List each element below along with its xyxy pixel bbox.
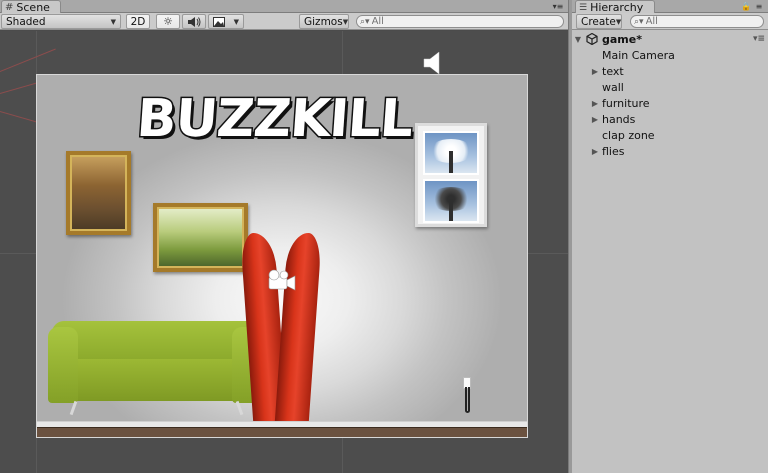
hierarchy-item-wall[interactable]: wall — [572, 79, 768, 95]
scene-search-field[interactable]: ⌕▾ — [356, 15, 564, 28]
hierarchy-item-main-camera[interactable]: Main Camera — [572, 47, 768, 63]
hierarchy-item-flies[interactable]: ▶ flies — [572, 143, 768, 159]
chevron-down-icon: ▼ — [615, 17, 622, 26]
image-icon — [213, 16, 225, 27]
chevron-down-icon: ▼ — [233, 17, 239, 26]
gizmos-dropdown[interactable]: Gizmos ▼ — [299, 14, 349, 29]
window-pane-bottom — [423, 179, 479, 223]
couch-arm-left — [48, 327, 78, 403]
unity-scene-icon — [586, 33, 598, 45]
hierarchy-item-label: wall — [602, 80, 624, 94]
create-label: Create — [581, 15, 616, 28]
sun-icon: ☼ — [163, 15, 173, 28]
hierarchy-tab-bar: ☰ Hierarchy 🔒 ≡ — [572, 0, 768, 14]
chevron-down-icon: ▼ — [342, 17, 349, 26]
hierarchy-search-input[interactable] — [643, 16, 763, 27]
hierarchy-item-label: text — [602, 64, 624, 78]
couch-leg — [235, 400, 244, 416]
tree-trunk — [449, 151, 453, 173]
mode-2d-label: 2D — [130, 15, 146, 28]
fold-right-icon[interactable]: ▶ — [590, 67, 600, 76]
list-icon: ☰ — [579, 2, 588, 13]
tab-hierarchy[interactable]: ☰ Hierarchy — [575, 0, 655, 14]
hierarchy-search-field[interactable]: ⌕▾ — [630, 15, 764, 28]
mode-2d-toggle[interactable]: 2D — [126, 14, 150, 29]
hierarchy-item-label: flies — [602, 144, 625, 158]
search-icon: ⌕▾ — [634, 16, 644, 27]
painting-street[interactable] — [66, 151, 131, 235]
scene-search-input[interactable] — [369, 16, 563, 27]
shading-mode-label: Shaded — [6, 15, 46, 28]
grid-icon: # — [5, 2, 14, 13]
search-icon: ⌕▾ — [360, 16, 370, 27]
effects-dropdown[interactable]: ▼ — [208, 14, 244, 29]
fold-down-icon[interactable]: ▼ — [573, 35, 583, 44]
camera-frustum-line — [0, 48, 56, 72]
scene-viewport[interactable]: BUZZKILL — [0, 31, 568, 473]
scene-toolbar: Shaded ▼ 2D ☼ ▼ Gizmos ▼ ⌕▾ All — [0, 13, 568, 30]
game-view-frame[interactable]: BUZZKILL — [36, 74, 528, 438]
couch-leg — [69, 400, 78, 416]
audio-toggle[interactable] — [182, 14, 206, 29]
window[interactable] — [415, 123, 487, 227]
couch-back — [52, 321, 258, 363]
hierarchy-item-label: clap zone — [602, 128, 655, 142]
lighting-toggle[interactable]: ☼ — [156, 14, 180, 29]
hierarchy-panel: ☰ Hierarchy 🔒 ≡ Create ▼ ⌕▾ ▼ game* ▾≡ — [572, 0, 768, 473]
lock-icon[interactable]: 🔒 — [740, 2, 752, 12]
menu-icon[interactable]: ▾≡ — [552, 2, 564, 12]
tree-trunk — [449, 199, 453, 221]
floor — [37, 427, 527, 437]
hierarchy-item-clap-zone[interactable]: clap zone — [572, 127, 768, 143]
fold-right-icon[interactable]: ▶ — [590, 115, 600, 124]
camera-gizmo-icon[interactable] — [265, 269, 299, 295]
couch-seat — [52, 359, 258, 401]
hierarchy-item-furniture[interactable]: ▶ furniture — [572, 95, 768, 111]
hierarchy-root-scene[interactable]: ▼ game* ▾≡ — [572, 31, 768, 47]
menu-icon[interactable]: ▾≡ — [753, 34, 765, 44]
chevron-down-icon: ▼ — [110, 17, 116, 26]
gizmos-label: Gizmos — [304, 15, 343, 28]
power-cord — [465, 387, 470, 413]
hands-legs-sprite[interactable] — [240, 233, 322, 433]
hierarchy-item-hands[interactable]: ▶ hands — [572, 111, 768, 127]
menu-icon[interactable]: ≡ — [753, 2, 765, 12]
scene-tab-bar: # Scene ▾≡ — [0, 0, 568, 14]
hierarchy-root-label: game* — [602, 32, 642, 46]
leg-right — [274, 233, 322, 433]
hierarchy-item-label: hands — [602, 112, 636, 126]
create-dropdown[interactable]: Create ▼ — [576, 14, 622, 29]
fold-right-icon[interactable]: ▶ — [590, 147, 600, 156]
window-pane-top — [423, 131, 479, 175]
painting-landscape[interactable] — [153, 203, 248, 272]
tab-scene[interactable]: # Scene — [1, 0, 61, 14]
hierarchy-item-label: Main Camera — [602, 48, 675, 62]
hierarchy-tree: ▼ game* ▾≡ Main Camera ▶ text wall ▶ fur… — [572, 31, 768, 159]
audio-source-gizmo-icon[interactable] — [423, 51, 443, 75]
scene-panel: # Scene ▾≡ Shaded ▼ 2D ☼ ▼ Gizmos ▼ ⌕▾ A… — [0, 0, 568, 473]
couch[interactable] — [48, 321, 262, 416]
fold-right-icon[interactable]: ▶ — [590, 99, 600, 108]
hierarchy-item-label: furniture — [602, 96, 650, 110]
game-title-text[interactable]: BUZZKILL — [133, 88, 415, 151]
shading-mode-dropdown[interactable]: Shaded ▼ — [1, 14, 121, 29]
speaker-icon — [188, 16, 201, 27]
hierarchy-toolbar: Create ▼ ⌕▾ — [572, 13, 768, 30]
hierarchy-item-text[interactable]: ▶ text — [572, 63, 768, 79]
